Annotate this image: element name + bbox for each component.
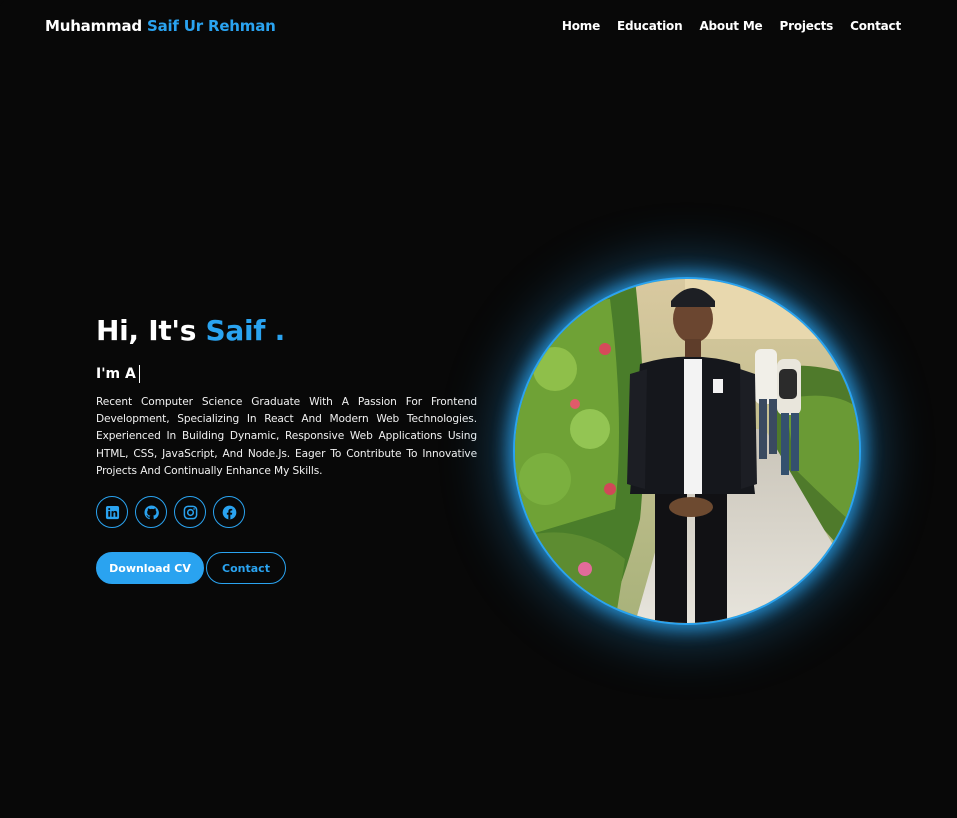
profile-photo <box>515 279 859 623</box>
hero-bio: Recent Computer Science Graduate With A … <box>96 396 477 477</box>
social-links <box>96 496 477 529</box>
hero-buttons: Download CV Contact <box>96 552 477 585</box>
instagram-link[interactable] <box>174 496 206 529</box>
hero-name: Saif . <box>205 314 286 347</box>
nav-contact[interactable]: Contact <box>850 19 901 33</box>
nav-home[interactable]: Home <box>562 19 600 33</box>
typing-line: I'm A <box>96 364 477 384</box>
logo-first-name: Muhammad <box>45 17 142 35</box>
nav-projects[interactable]: Projects <box>780 19 834 33</box>
nav-education[interactable]: Education <box>617 19 683 33</box>
instagram-icon <box>183 505 197 519</box>
linkedin-link[interactable] <box>96 496 128 529</box>
hero-title: Hi, It's Saif . <box>96 314 477 348</box>
download-cv-button[interactable]: Download CV <box>96 552 204 585</box>
site-logo[interactable]: Muhammad Saif Ur Rehman <box>45 17 276 35</box>
nav-about-me[interactable]: About Me <box>699 19 762 33</box>
typing-prefix: I'm A <box>96 366 136 382</box>
hero-greeting: Hi, It's <box>96 314 197 347</box>
facebook-link[interactable] <box>213 496 245 529</box>
github-link[interactable] <box>135 496 167 529</box>
facebook-icon <box>222 505 236 519</box>
contact-button[interactable]: Contact <box>206 552 286 585</box>
hero-section: Hi, It's Saif . I'm A Recent Computer Sc… <box>96 314 477 585</box>
profile-photo-illustration <box>515 279 859 623</box>
typing-cursor <box>138 365 140 383</box>
page: Muhammad Saif Ur Rehman Home Education A… <box>0 0 957 818</box>
logo-accent-name: Saif Ur Rehman <box>146 17 276 35</box>
header: Muhammad Saif Ur Rehman Home Education A… <box>0 0 957 54</box>
main-nav: Home Education About Me Projects Contact <box>562 19 901 33</box>
github-icon <box>143 504 159 519</box>
linkedin-icon <box>105 505 119 519</box>
